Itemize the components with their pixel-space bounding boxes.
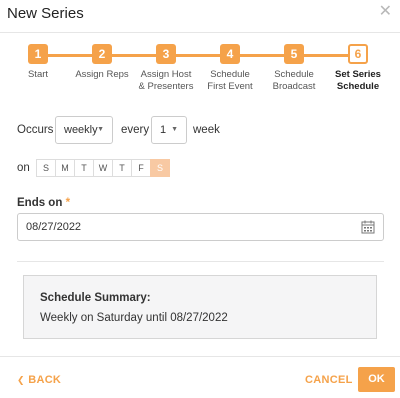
caret-down-icon: ▼	[97, 126, 104, 133]
step-set-series-schedule[interactable]: 6 Set Series Schedule	[318, 44, 398, 93]
day-sunday[interactable]: S	[36, 159, 56, 177]
new-series-dialog: New Series ✕ 1 Start 2 Assign Reps 3 Ass…	[0, 0, 400, 398]
schedule-summary-panel: Schedule Summary: Weekly on Saturday unt…	[23, 275, 377, 339]
step-number: 3	[156, 44, 176, 64]
step-number: 1	[28, 44, 48, 64]
day-saturday[interactable]: S	[150, 159, 170, 177]
back-button[interactable]: ❮ BACK	[17, 374, 61, 386]
summary-text: Weekly on Saturday until 08/27/2022	[40, 312, 228, 324]
required-marker: *	[65, 197, 71, 209]
step-number: 4	[220, 44, 240, 64]
ends-on-date-input[interactable]: 08/27/2022	[17, 213, 384, 241]
wizard-stepper: 1 Start 2 Assign Reps 3 Assign Host & Pr…	[0, 44, 400, 94]
close-icon[interactable]: ✕	[379, 4, 392, 20]
header-divider	[0, 32, 400, 33]
day-thursday[interactable]: T	[112, 159, 132, 177]
ends-on-label: Ends on *	[17, 197, 70, 209]
footer-divider	[0, 356, 400, 357]
day-selector: S M T W T F S	[36, 159, 170, 177]
section-divider	[17, 261, 384, 262]
frequency-value: weekly	[64, 124, 98, 136]
day-monday[interactable]: M	[55, 159, 75, 177]
occurs-label: Occurs	[17, 124, 54, 136]
caret-down-icon: ▼	[171, 126, 178, 133]
chevron-left-icon: ❮	[17, 375, 25, 385]
day-tuesday[interactable]: T	[74, 159, 94, 177]
ok-button[interactable]: OK	[358, 367, 395, 392]
dialog-title: New Series	[7, 5, 84, 22]
calendar-icon[interactable]	[361, 220, 375, 234]
summary-title: Schedule Summary:	[40, 292, 151, 304]
ends-on-text: Ends on	[17, 197, 63, 209]
step-label: Set Series Schedule	[335, 69, 381, 92]
day-friday[interactable]: F	[131, 159, 151, 177]
day-wednesday[interactable]: W	[93, 159, 113, 177]
step-number: 2	[92, 44, 112, 64]
on-label: on	[17, 162, 30, 174]
interval-select[interactable]: 1 ▼	[151, 116, 187, 144]
back-label: BACK	[28, 374, 62, 386]
cancel-button[interactable]: CANCEL	[305, 374, 353, 386]
step-number: 5	[284, 44, 304, 64]
interval-value: 1	[160, 124, 167, 136]
step-number: 6	[348, 44, 368, 64]
unit-label: week	[193, 124, 220, 136]
frequency-select[interactable]: weekly ▼	[55, 116, 113, 144]
every-label: every	[121, 124, 150, 136]
dialog-header: New Series ✕	[0, 0, 400, 32]
ends-on-value: 08/27/2022	[26, 221, 82, 233]
